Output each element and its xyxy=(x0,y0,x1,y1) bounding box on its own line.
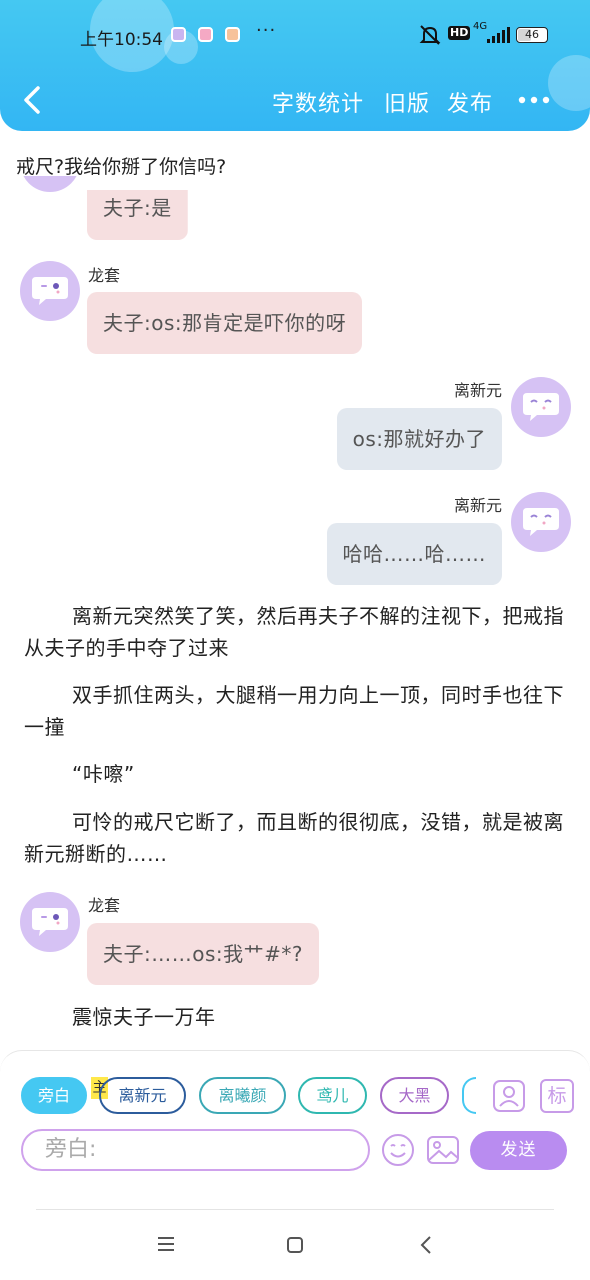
message-bubble[interactable]: 夫子:是 xyxy=(87,190,188,240)
role-chip-overflow[interactable] xyxy=(462,1077,476,1114)
emoji-icon[interactable] xyxy=(381,1133,415,1167)
top-nav: 字数统计 旧版 发布 xyxy=(0,78,590,122)
more-notifications-icon: ··· xyxy=(256,20,277,41)
dialogue-input[interactable]: 旁白: xyxy=(21,1129,370,1171)
word-count-button[interactable]: 字数统计 xyxy=(272,86,364,118)
avatar xyxy=(20,892,80,952)
role-chip-label: 离曦颜 xyxy=(218,1086,267,1105)
mute-icon xyxy=(419,25,441,45)
narration-paragraph[interactable]: 双手抓住两头，大腿稍一用力向上一顶，同时手也往下一撞 xyxy=(24,679,569,743)
role-chip[interactable]: 离新元 xyxy=(99,1077,186,1114)
avatar xyxy=(511,377,571,437)
send-button[interactable]: 发送 xyxy=(470,1131,567,1170)
image-icon[interactable] xyxy=(426,1133,460,1167)
status-bar: 上午10:54 ··· HD 4G 46 xyxy=(0,18,590,52)
status-time: 上午10:54 xyxy=(80,30,163,50)
message-bubble[interactable]: os:那就好办了 xyxy=(336,408,502,470)
role-chip[interactable]: 鸢儿 xyxy=(298,1077,367,1114)
narration-paragraph[interactable]: 可怜的戒尺它断了，而且断的很彻底，没错，就是被离新元掰断的…… xyxy=(24,806,569,870)
speaker-name: 龙套 xyxy=(88,266,121,285)
message-text: 夫子:os:那肯定是吓你的呀 xyxy=(103,311,347,335)
signal-icon xyxy=(487,27,510,43)
message-bubble[interactable]: 夫子:os:那肯定是吓你的呀 xyxy=(87,292,363,354)
chat-bubble-avatar-icon xyxy=(523,393,559,421)
role-chip-label: 鸢儿 xyxy=(316,1086,349,1105)
message-text: 夫子:是 xyxy=(103,196,172,220)
battery-percent: 46 xyxy=(525,28,539,41)
message-text: os:那就好办了 xyxy=(352,427,486,451)
chat-bubble-avatar-icon xyxy=(523,508,559,536)
mark-label: 标 xyxy=(547,1085,567,1107)
composer-panel: 旁白 主 离新元 离曦颜 鸢儿 大黑 标 旁白: 发送 xyxy=(0,1050,590,1210)
app-notification-icon xyxy=(225,27,240,42)
message-bubble[interactable]: 哈哈……哈…… xyxy=(326,523,502,585)
message-bubble[interactable]: 夫子:……os:我艹#*? xyxy=(87,923,320,985)
app-notification-icon xyxy=(198,27,213,42)
role-chip[interactable]: 大黑 xyxy=(380,1077,449,1114)
role-chip-label: 离新元 xyxy=(118,1086,167,1105)
home-icon[interactable] xyxy=(286,1236,304,1254)
chat-bubble-avatar-icon xyxy=(32,908,68,936)
narration-paragraph[interactable]: “咔嚓” xyxy=(24,758,569,790)
app-notification-icon xyxy=(171,27,186,42)
battery-icon: 46 xyxy=(516,27,548,43)
publish-button[interactable]: 发布 xyxy=(447,86,493,118)
story-text-line: 戒尺?我给你掰了你信吗? xyxy=(16,156,227,178)
back-icon[interactable] xyxy=(419,1235,433,1255)
more-options-icon[interactable] xyxy=(518,90,552,110)
network-type: 4G xyxy=(473,21,488,32)
story-chat-area[interactable]: 戒尺?我给你掰了你信吗? 夫子:是 龙套 夫子:os:那肯定是吓你的呀 离新元 xyxy=(0,140,590,1050)
editor-screen: 上午10:54 ··· HD 4G 46 字数统计 旧版 发布 戒尺?我给你掰了… xyxy=(0,0,590,1280)
old-version-button[interactable]: 旧版 xyxy=(384,86,430,118)
role-chip-label: 大黑 xyxy=(398,1086,431,1105)
avatar xyxy=(511,492,571,552)
app-header: 上午10:54 ··· HD 4G 46 字数统计 旧版 发布 xyxy=(0,0,590,131)
speaker-name: 离新元 xyxy=(453,496,502,515)
speaker-name: 离新元 xyxy=(453,381,502,400)
message-text: 哈哈……哈…… xyxy=(342,542,486,566)
role-chip-narrator[interactable]: 旁白 xyxy=(21,1077,87,1114)
message-text: 夫子:……os:我艹#*? xyxy=(103,942,304,966)
back-arrow-icon[interactable] xyxy=(18,84,48,116)
role-chip[interactable]: 离曦颜 xyxy=(199,1077,286,1114)
speaker-name: 龙套 xyxy=(88,896,121,915)
narration-paragraph[interactable]: 震惊夫子一万年 xyxy=(24,1001,569,1033)
mark-button[interactable]: 标 xyxy=(540,1079,574,1113)
chat-bubble-avatar-icon xyxy=(32,277,68,305)
hd-icon: HD xyxy=(448,26,471,40)
role-chip-label: 旁白 xyxy=(37,1086,70,1105)
avatar xyxy=(20,261,80,321)
role-manager-icon[interactable] xyxy=(492,1079,526,1113)
narration-paragraph[interactable]: 离新元突然笑了笑，然后再夫子不解的注视下，把戒指从夫子的手中夺了过来 xyxy=(24,600,569,664)
system-navigation-bar xyxy=(0,1210,590,1280)
menu-icon[interactable] xyxy=(157,1236,175,1252)
